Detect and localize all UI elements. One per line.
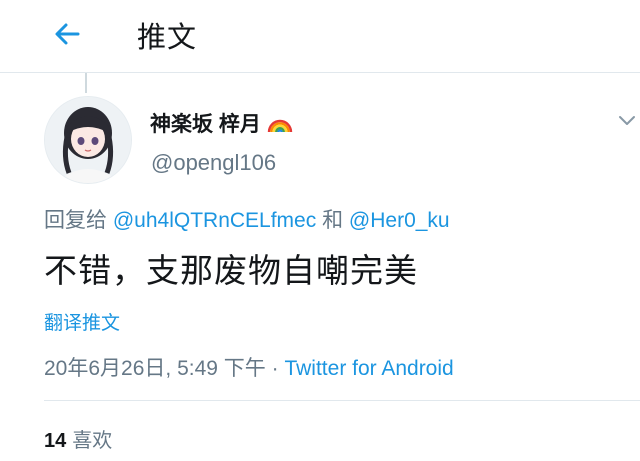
tweet-metadata: 20年6月26日, 5:49 下午 · Twitter for Android	[44, 352, 454, 382]
tweet-timestamp[interactable]: 20年6月26日, 5:49 下午	[44, 357, 266, 380]
likes-stat[interactable]: 14 喜欢	[44, 424, 112, 453]
reply-joiner: 和	[322, 209, 344, 232]
avatar-image	[45, 97, 131, 183]
reply-prefix: 回复给	[44, 209, 107, 232]
display-name-text: 神楽坂 梓月	[150, 113, 261, 136]
translate-tweet-link[interactable]: 翻译推文	[44, 308, 120, 335]
mention-link[interactable]: @Her0_ku	[349, 209, 450, 232]
tweet-text: 不错，支那废物自嘲完美	[44, 252, 418, 289]
author-display-name[interactable]: 神楽坂 梓月	[150, 108, 293, 138]
page-title: 推文	[137, 22, 198, 54]
meta-separator: ·	[271, 357, 279, 380]
divider	[44, 400, 640, 401]
top-bar: 推文	[0, 0, 640, 73]
thread-connector-line	[85, 73, 87, 93]
rainbow-emoji-icon	[267, 119, 293, 132]
tweet-source-link[interactable]: Twitter for Android	[284, 357, 453, 380]
mention-link[interactable]: @uh4lQTRnCELfmec	[113, 209, 316, 232]
reply-context: 回复给 @uh4lQTRnCELfmec 和 @Her0_ku	[44, 204, 450, 234]
likes-count: 14	[44, 430, 67, 452]
back-button[interactable]	[48, 18, 88, 50]
author-handle[interactable]: @opengl106	[151, 150, 276, 176]
arrow-left-icon	[55, 23, 80, 45]
more-options-button[interactable]	[614, 110, 640, 130]
likes-label: 喜欢	[72, 430, 113, 452]
chevron-down-icon	[619, 116, 635, 125]
avatar[interactable]	[44, 96, 132, 184]
